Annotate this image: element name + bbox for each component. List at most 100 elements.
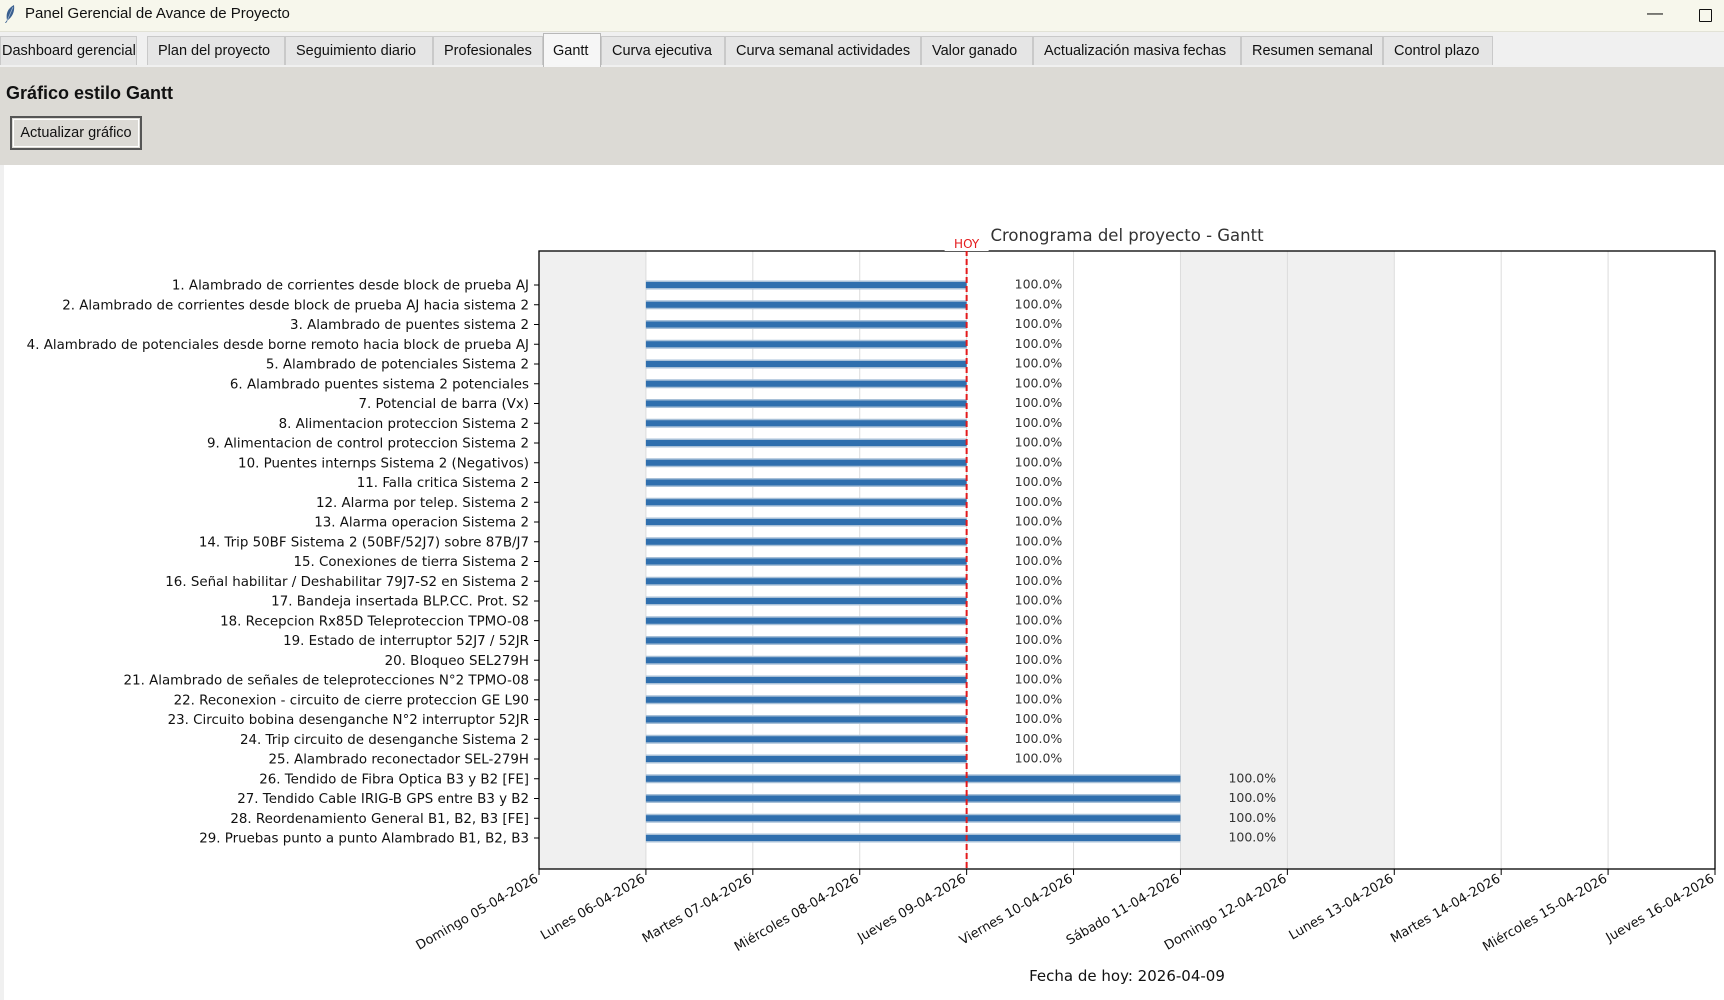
task-label: 29. Pruebas punto a punto Alambrado B1, … [199, 832, 529, 847]
x-tick-label: Jueves 09-04-2026 [854, 871, 968, 946]
task-label: 21. Alambrado de señales de teleprotecci… [124, 674, 529, 689]
task-bar [645, 361, 967, 367]
task-percent: 100.0% [1015, 316, 1063, 331]
task-label: 16. Señal habilitar / Deshabilitar 79J7-… [165, 575, 529, 590]
tab-gantt[interactable]: Gantt [543, 33, 601, 67]
task-percent: 100.0% [1015, 435, 1063, 450]
task-bar [645, 598, 967, 604]
x-tick-label: Lunes 13-04-2026 [1287, 871, 1397, 943]
task-label: 28. Reordenamiento General B1, B2, B3 [F… [230, 812, 529, 827]
x-tick-label: Domingo 05-04-2026 [414, 871, 541, 953]
task-label: 4. Alambrado de potenciales desde borne … [27, 338, 529, 353]
gantt-panel: Gráfico estilo Gantt Actualizar gráfico [0, 67, 1724, 165]
task-bar [645, 440, 967, 446]
task-label: 18. Recepcion Rx85D Teleproteccion TPMO-… [220, 614, 529, 629]
task-percent: 100.0% [1015, 474, 1063, 489]
section-title: Gráfico estilo Gantt [6, 83, 174, 103]
weekend-shade [539, 251, 646, 869]
task-percent: 100.0% [1015, 593, 1063, 608]
task-bar [645, 341, 967, 348]
task-percent: 100.0% [1015, 375, 1063, 390]
task-percent: 100.0% [1015, 711, 1063, 726]
chart-canvas: 1. Alambrado de corrientes desde block d… [4, 165, 1724, 1000]
task-label: 13. Alarma operacion Sistema 2 [314, 516, 529, 531]
task-label: 7. Potencial de barra (Vx) [358, 397, 529, 412]
task-percent: 100.0% [1015, 691, 1063, 706]
task-bar [645, 578, 967, 585]
task-label: 25. Alambrado reconectador SEL-279H [269, 753, 530, 768]
refresh-chart-button[interactable]: Actualizar gráfico [10, 116, 142, 150]
task-percent: 100.0% [1015, 672, 1063, 687]
task-bar [645, 756, 967, 762]
x-tick-label: Viernes 10-04-2026 [957, 871, 1075, 948]
x-tick-label: Jueves 16-04-2026 [1603, 871, 1717, 946]
task-percent: 100.0% [1228, 790, 1276, 805]
task-label: 11. Falla critica Sistema 2 [357, 476, 529, 491]
task-label: 1. Alambrado de corrientes desde block d… [172, 279, 529, 294]
task-percent: 100.0% [1015, 514, 1063, 529]
task-percent: 100.0% [1015, 395, 1063, 410]
task-bar [645, 321, 967, 328]
tab-seguimiento-diario[interactable]: Seguimiento diario [285, 36, 433, 65]
minimize-icon: — [1647, 5, 1663, 22]
x-tick-label: Lunes 06-04-2026 [538, 871, 648, 943]
tab-dashboard-gerencial[interactable]: Dashboard gerencial [0, 36, 137, 65]
gantt-chart: 1. Alambrado de corrientes desde block d… [27, 226, 1717, 985]
task-bar [645, 637, 967, 644]
task-label: 10. Puentes internps Sistema 2 (Negativo… [238, 456, 529, 471]
task-percent: 100.0% [1015, 553, 1063, 568]
task-percent: 100.0% [1015, 415, 1063, 430]
task-bar [645, 479, 967, 486]
task-label: 20. Bloqueo SEL279H [385, 654, 529, 669]
task-label: 3. Alambrado de puentes sistema 2 [290, 318, 529, 333]
task-bar [645, 835, 1181, 841]
tab-profesionales[interactable]: Profesionales [433, 36, 543, 65]
task-percent: 100.0% [1015, 573, 1063, 588]
task-bar [645, 380, 967, 387]
tab-curva-semanal-actividades[interactable]: Curva semanal actividades [725, 36, 921, 65]
tab-actualizacion-masiva-fechas[interactable]: Actualización masiva fechas [1033, 36, 1241, 65]
tab-bar: Dashboard gerencial Plan del proyecto Se… [0, 33, 1724, 68]
task-percent: 100.0% [1015, 454, 1063, 469]
task-label: 2. Alambrado de corrientes desde block d… [62, 298, 529, 313]
task-percent: 100.0% [1015, 632, 1063, 647]
window-title: Panel Gerencial de Avance de Proyecto [25, 5, 290, 22]
chart-title: Cronograma del proyecto - Gantt [990, 226, 1264, 245]
task-bar [645, 617, 967, 624]
x-axis-label: Fecha de hoy: 2026-04-09 [1029, 967, 1225, 985]
task-label: 8. Alimentacion proteccion Sistema 2 [279, 417, 529, 432]
task-bar [645, 677, 967, 683]
task-bar [645, 736, 967, 743]
task-percent: 100.0% [1015, 277, 1063, 292]
task-bar [645, 696, 967, 703]
task-percent: 100.0% [1015, 494, 1063, 509]
task-percent: 100.0% [1015, 336, 1063, 351]
tab-plan-del-proyecto[interactable]: Plan del proyecto [147, 36, 285, 65]
feather-icon [5, 5, 15, 23]
maximize-button[interactable] [1690, 2, 1720, 28]
task-percent: 100.0% [1228, 810, 1276, 825]
task-bar [645, 519, 967, 525]
task-label: 27. Tendido Cable IRIG-B GPS entre B3 y … [237, 792, 529, 807]
task-label: 19. Estado de interruptor 52J7 / 52JR [283, 634, 529, 649]
task-label: 15. Conexiones de tierra Sistema 2 [293, 555, 529, 570]
task-percent: 100.0% [1228, 770, 1276, 785]
tab-curva-ejecutiva[interactable]: Curva ejecutiva [601, 36, 725, 65]
title-bar: Panel Gerencial de Avance de Proyecto — [0, 0, 1724, 32]
task-bar [645, 282, 967, 288]
task-bar [645, 558, 967, 565]
task-percent: 100.0% [1015, 296, 1063, 311]
task-bar [645, 400, 967, 407]
task-label: 23. Circuito bobina desenganche N°2 inte… [168, 713, 529, 728]
tab-control-plazo[interactable]: Control plazo [1383, 36, 1493, 65]
task-bar [645, 538, 967, 545]
task-label: 6. Alambrado puentes sistema 2 potencial… [230, 377, 529, 392]
tab-resumen-semanal[interactable]: Resumen semanal [1241, 36, 1383, 65]
task-percent: 100.0% [1015, 731, 1063, 746]
task-bar [645, 420, 967, 427]
task-bar [645, 815, 1181, 822]
task-label: 17. Bandeja insertada BLP.CC. Prot. S2 [271, 595, 529, 610]
minimize-button[interactable]: — [1640, 2, 1670, 28]
task-bar [645, 795, 1181, 802]
tab-valor-ganado[interactable]: Valor ganado [921, 36, 1033, 65]
